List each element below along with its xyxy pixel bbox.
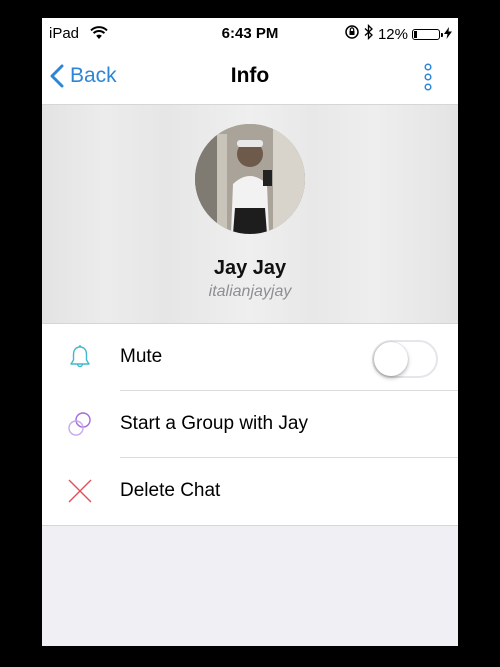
more-options-icon[interactable]	[418, 63, 438, 91]
contact-username: italianjayjay	[208, 283, 292, 300]
mute-row[interactable]: Mute	[42, 324, 458, 391]
toggle-knob	[374, 342, 408, 376]
battery-fill	[414, 30, 417, 38]
bell-icon	[66, 343, 94, 371]
delete-x-icon	[66, 477, 94, 505]
actions-list: Mute Start a Group with Jay Delete Chat	[42, 323, 458, 526]
bluetooth-icon	[364, 23, 374, 44]
start-group-label: Start a Group with Jay	[120, 413, 308, 434]
orientation-lock-icon	[344, 24, 360, 44]
delete-chat-row[interactable]: Delete Chat	[42, 458, 458, 525]
avatar[interactable]	[195, 124, 305, 234]
delete-chat-label: Delete Chat	[120, 480, 221, 501]
ios-screen: iPad 6:43 PM 12% Back Info Jay Jay itali…	[42, 18, 458, 646]
status-bar: iPad 6:43 PM 12%	[42, 18, 458, 50]
avatar-photo	[195, 124, 305, 234]
navigation-bar: Back Info	[42, 50, 458, 105]
mute-toggle[interactable]	[372, 340, 438, 378]
charging-bolt-icon	[444, 26, 452, 43]
contact-name: Jay Jay	[213, 257, 287, 279]
group-circles-icon	[66, 410, 94, 438]
mute-label: Mute	[120, 346, 163, 367]
battery-icon	[412, 28, 443, 40]
status-right: 12%	[344, 23, 452, 44]
start-group-row[interactable]: Start a Group with Jay	[42, 391, 458, 458]
profile-header: Jay Jay italianjayjay	[42, 105, 458, 323]
page-title: Info	[230, 64, 270, 87]
battery-percent: 12%	[377, 25, 408, 43]
